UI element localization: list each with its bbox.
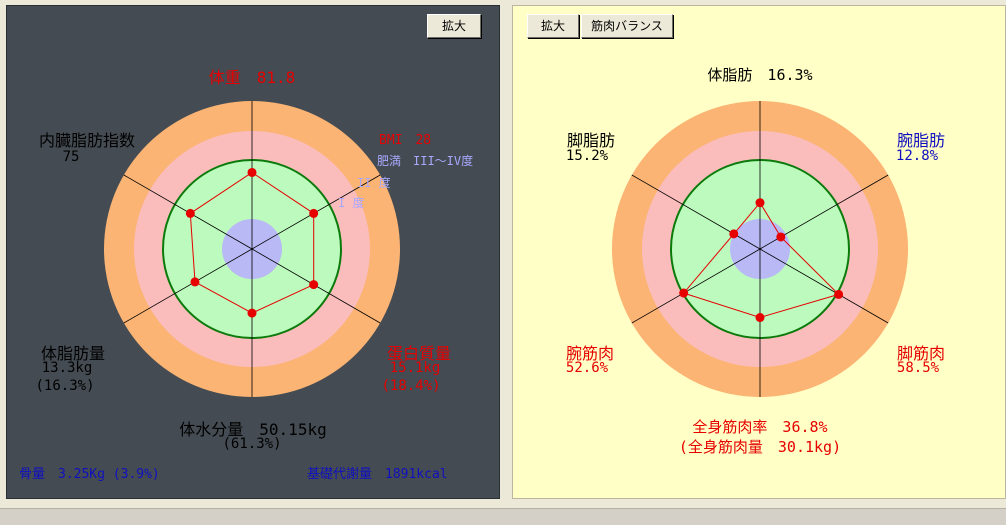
- radar-point-water: [247, 308, 257, 318]
- muscle-balance-panel: 拡大 筋肉バランス 体脂肪 16.3% 脚脂肪 15.2% 腕脂肪 12.8% …: [512, 5, 1006, 499]
- body-fat-percent-label: 体脂肪 16.3%: [707, 66, 813, 84]
- radar-point-body_fat: [755, 198, 765, 208]
- radar-point-leg_muscle: [834, 289, 844, 299]
- enlarge-button[interactable]: 拡大: [527, 14, 579, 38]
- weight-label: 体重 81.8: [208, 68, 296, 87]
- basal-metabolism-label: 基礎代謝量 1891kcal: [307, 467, 448, 482]
- radar-point-weight: [247, 167, 257, 177]
- arm-muscle-value: 52.6%: [565, 360, 609, 376]
- obesity-degree-2-label: II 度: [357, 176, 391, 190]
- radar-point-arm_fat: [776, 232, 786, 242]
- arm-fat-value: 12.8%: [895, 148, 939, 164]
- total-muscle-rate-label: 全身筋肉率 36.8%: [692, 418, 828, 436]
- radar-point-body_fat: [190, 277, 200, 287]
- visceral-fat-value: 75: [62, 149, 80, 165]
- enlarge-button[interactable]: 拡大: [427, 14, 481, 38]
- leg-fat-value: 15.2%: [565, 148, 609, 164]
- total-muscle-mass-label: (全身筋肉量 30.1kg): [678, 438, 842, 456]
- visceral-fat-title: 内臓脂肪指数: [38, 131, 136, 150]
- protein-mass-value: 15.1kg: [389, 360, 441, 376]
- obesity-class-label: 肥満 III～IV度: [377, 154, 474, 168]
- bmi-label: BMI 28: [379, 133, 432, 148]
- radar-point-bmi: [309, 208, 319, 218]
- bone-mass-label: 骨量 3.25Kg (3.9%): [19, 467, 160, 482]
- protein-mass-percent: (18.4%): [381, 378, 441, 394]
- obesity-degree-1-label: I 度: [338, 196, 365, 210]
- radar-point-total_muscle: [755, 313, 765, 323]
- muscle-balance-button[interactable]: 筋肉バランス: [581, 14, 673, 38]
- body-fat-mass-value: 13.3kg: [41, 360, 93, 376]
- radar-point-leg_fat: [729, 229, 739, 239]
- body-composition-panel: 拡大 体重 81.8 BMI 28 肥満 III～IV度 II 度 I 度 内臓…: [6, 5, 500, 499]
- radar-point-visceral: [185, 208, 195, 218]
- radar-point-arm_muscle: [679, 288, 689, 298]
- body-water-percent: (61.3%): [222, 436, 282, 452]
- radar-point-protein: [309, 280, 319, 290]
- bottom-status-strip: [0, 508, 1006, 525]
- leg-muscle-value: 58.5%: [896, 360, 940, 376]
- body-fat-mass-percent: (16.3%): [35, 378, 95, 394]
